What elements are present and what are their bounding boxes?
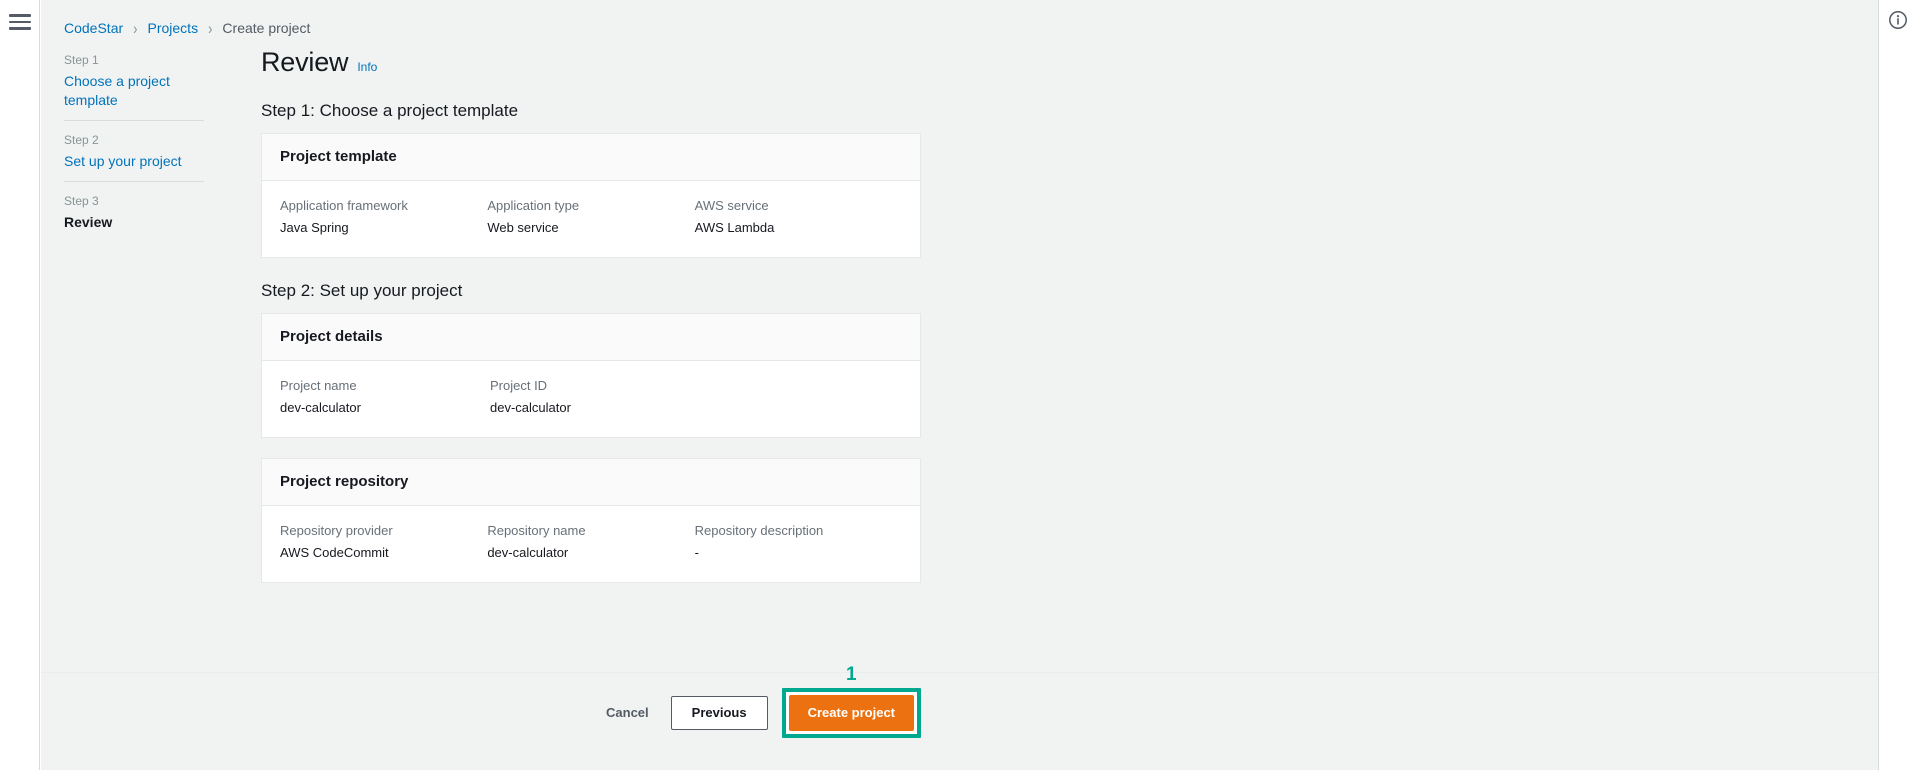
step-number-2: Step 2 <box>64 133 99 147</box>
field-value: - <box>694 545 699 560</box>
step-group-1: Step 1 Choose a project template <box>64 52 204 121</box>
section-heading-step1: Step 1: Choose a project template <box>261 101 519 120</box>
breadcrumb-item-projects[interactable]: Projects <box>148 20 199 36</box>
field-label: Repository description <box>694 523 824 538</box>
field-repository-provider: Repository provider AWS CodeCommit <box>280 522 487 562</box>
field-value: AWS Lambda <box>694 220 775 235</box>
field-value: dev-calculator <box>487 545 569 560</box>
card-title: Project details <box>280 328 383 345</box>
field-label: AWS service <box>694 198 769 213</box>
card-header: Project details <box>262 314 920 361</box>
step-group-3: Step 3 Review <box>64 193 204 242</box>
field-application-type: Application type Web service <box>487 197 694 237</box>
page-info-link[interactable]: Info <box>357 60 377 74</box>
field-label: Project ID <box>490 378 548 393</box>
field-label: Project name <box>280 378 357 393</box>
cancel-button[interactable]: Cancel <box>598 699 657 727</box>
card-body: Repository provider AWS CodeCommit Repos… <box>262 506 920 582</box>
previous-button[interactable]: Previous <box>670 696 768 730</box>
info-circle-icon[interactable] <box>1887 9 1909 31</box>
step-navigation: Step 1 Choose a project template Step 2 … <box>64 52 204 242</box>
card-title: Project repository <box>280 473 409 490</box>
breadcrumb-item-codestar[interactable]: CodeStar <box>64 20 123 36</box>
field-application-framework: Application framework Java Spring <box>280 197 487 237</box>
left-rail <box>0 0 40 770</box>
card-project-template: Project template Application framework J… <box>261 133 921 258</box>
section-heading-step2: Step 2: Set up your project <box>261 281 463 300</box>
breadcrumb-separator-icon: › <box>208 18 213 38</box>
page-title-row: Review Info <box>261 46 921 78</box>
sidebar-item-review[interactable]: Review <box>64 213 204 232</box>
form-actions: Cancel Previous 1 Create project <box>261 664 921 738</box>
card-project-details: Project details Project name dev-calcula… <box>261 313 921 438</box>
field-label: Application framework <box>280 198 408 213</box>
step-group-2: Step 2 Set up your project <box>64 132 204 182</box>
hamburger-menu-icon[interactable] <box>9 14 31 30</box>
main-column: Review Info Step 1: Choose a project tem… <box>261 46 921 603</box>
actions-divider <box>41 672 1878 673</box>
field-repository-name: Repository name dev-calculator <box>487 522 694 562</box>
page-title: Review <box>261 47 349 77</box>
create-project-highlight: 1 Create project <box>781 664 921 738</box>
field-project-id: Project ID dev-calculator <box>490 377 700 417</box>
right-rail <box>1878 0 1918 770</box>
field-aws-service: AWS service AWS Lambda <box>695 197 902 237</box>
card-body: Project name dev-calculator Project ID d… <box>262 361 920 437</box>
card-header: Project repository <box>262 459 920 506</box>
breadcrumb-separator-icon: › <box>133 18 138 38</box>
field-value: AWS CodeCommit <box>280 545 389 560</box>
field-value: dev-calculator <box>280 400 361 415</box>
field-value: dev-calculator <box>490 400 571 415</box>
breadcrumb: CodeStar › Projects › Create project <box>64 18 311 38</box>
field-value: Java Spring <box>280 220 349 235</box>
create-project-button[interactable]: Create project <box>788 695 914 731</box>
app-root: CodeStar › Projects › Create project Ste… <box>0 0 1918 770</box>
step-number-3: Step 3 <box>64 194 99 208</box>
field-label: Repository provider <box>280 523 393 538</box>
card-body: Application framework Java Spring Applic… <box>262 181 920 257</box>
field-value: Web service <box>487 220 559 235</box>
step-number-1: Step 1 <box>64 53 99 67</box>
card-title: Project template <box>280 148 397 165</box>
console-content: CodeStar › Projects › Create project Ste… <box>41 0 1878 770</box>
field-label: Application type <box>487 198 580 213</box>
card-project-repository: Project repository Repository provider A… <box>261 458 921 583</box>
field-repository-description: Repository description - <box>695 522 902 562</box>
card-header: Project template <box>262 134 920 181</box>
breadcrumb-item-create-project: Create project <box>222 20 311 36</box>
field-label: Repository name <box>487 523 586 538</box>
annotation-step-badge: 1 <box>845 664 857 685</box>
field-project-name: Project name dev-calculator <box>280 377 490 417</box>
sidebar-item-set-up-project[interactable]: Set up your project <box>64 152 204 171</box>
sidebar-item-choose-template[interactable]: Choose a project template <box>64 72 204 110</box>
